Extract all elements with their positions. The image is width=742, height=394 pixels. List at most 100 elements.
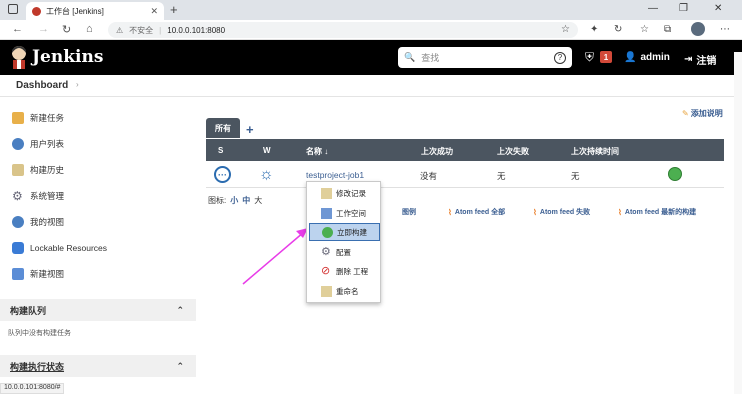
edit-icon: ✎ [682, 109, 689, 118]
job-last-failure: 无 [497, 171, 506, 181]
security-shield-icon[interactable]: ⛨ [585, 50, 594, 65]
col-last-failure[interactable]: 上次失败 [497, 146, 529, 157]
icon-size-small[interactable]: 小 [230, 195, 238, 206]
schedule-build-icon[interactable] [668, 167, 682, 181]
chevron-up-icon[interactable]: ⌃ [176, 305, 184, 316]
rss-icon: ⌇ [533, 207, 537, 217]
more-menu-icon[interactable]: ⋯ [720, 24, 730, 35]
close-window-icon[interactable]: ✕ [714, 3, 722, 14]
menu-item-build-now[interactable]: 立即构建 [309, 223, 380, 241]
build-now-icon [322, 226, 333, 238]
help-icon[interactable]: ? [554, 51, 566, 64]
icon-size-large[interactable]: 大 [254, 195, 262, 206]
feed-all-link[interactable]: ⌇ Atom feed 全部 [448, 207, 505, 217]
menu-item-label: 配置 [336, 247, 351, 257]
job-last-duration: 无 [571, 171, 580, 181]
jenkins-logo-icon[interactable] [10, 45, 28, 69]
sidebar-item-new-job[interactable]: 新建任务 [12, 112, 64, 124]
page-scrollbar[interactable] [734, 52, 742, 394]
menu-item-configure[interactable]: ⚙ 配置 [309, 243, 380, 261]
weather-sun-icon: ☼ [259, 166, 274, 183]
forward-icon[interactable]: → [38, 23, 49, 35]
executors-header[interactable]: 构建执行状态 ⌃ [0, 355, 196, 377]
col-status[interactable]: S [218, 146, 223, 155]
col-weather[interactable]: W [263, 146, 271, 155]
back-icon[interactable]: ← [12, 23, 23, 35]
profile-avatar[interactable] [691, 22, 705, 36]
feed-latest-link[interactable]: ⌇ Atom feed 最新的构建 [618, 207, 696, 217]
sidebar-item-label: Lockable Resources [30, 243, 108, 253]
sidebar-item-lockable-resources[interactable]: Lockable Resources [12, 242, 107, 254]
gear-icon: ⚙ [321, 245, 331, 258]
search-input[interactable]: 🔍 查找 ? [398, 47, 572, 68]
users-icon [12, 138, 24, 150]
rss-icon: ⌇ [618, 207, 622, 217]
restore-icon[interactable]: ❐ [679, 3, 688, 14]
extension-icon[interactable]: ✦ [590, 24, 598, 35]
executors-title[interactable]: 构建执行状态 [10, 360, 64, 373]
icon-size-selector: 图标: 小 中 大 [208, 195, 262, 206]
browser-tab-strip: 工作台 [Jenkins] ✕ + — ❐ ✕ [0, 0, 742, 20]
home-icon[interactable]: ⌂ [86, 23, 93, 35]
col-last-duration[interactable]: 上次持续时间 [571, 146, 619, 157]
collections-icon[interactable]: ⧉ [664, 24, 671, 35]
reload-icon[interactable]: ↻ [62, 23, 71, 36]
browser-tab[interactable]: 工作台 [Jenkins] ✕ [26, 2, 164, 20]
search-icon: 🔍 [404, 52, 416, 62]
feed-label: Atom feed 失败 [539, 209, 591, 216]
favorites-icon[interactable]: ☆ [640, 24, 649, 35]
sidebar-item-users[interactable]: 用户列表 [12, 138, 64, 150]
logout-link[interactable]: ⇥ 注销 [684, 52, 716, 67]
col-last-success[interactable]: 上次成功 [421, 146, 453, 157]
favorite-star-icon[interactable]: ☆ [561, 24, 570, 35]
menu-item-changes[interactable]: 修改记录 [309, 184, 380, 202]
add-view-button[interactable]: + [246, 122, 254, 138]
build-queue-header[interactable]: 构建队列 ⌃ [0, 299, 196, 321]
sidebar-item-label: 新建任务 [30, 113, 65, 123]
add-description-link[interactable]: ✎ 添加说明 [682, 108, 723, 119]
menu-item-label: 删除 工程 [336, 266, 369, 276]
breadcrumb-dashboard[interactable]: Dashboard [16, 80, 68, 91]
alert-badge[interactable]: 1 [600, 51, 612, 63]
menu-item-delete[interactable]: ⊘ 删除 工程 [309, 262, 380, 280]
tab-all[interactable]: 所有 [206, 118, 240, 138]
jenkins-favicon-icon [32, 6, 41, 16]
brand-name[interactable]: Jenkins [32, 47, 103, 67]
chevron-up-icon[interactable]: ⌃ [176, 361, 184, 372]
job-context-menu: 修改记录 工作空间 立即构建 ⚙ 配置 ⊘ 删除 工程 重命名 [306, 181, 381, 303]
folder-icon [321, 207, 332, 219]
build-queue-title: 构建队列 [10, 305, 47, 316]
logout-label: 注销 [696, 56, 717, 67]
user-menu[interactable]: 👤 admin [624, 52, 670, 63]
sidebar-item-label: 系统管理 [30, 191, 65, 201]
job-link[interactable]: testproject-job1 [306, 170, 364, 180]
rss-icon: ⌇ [448, 207, 452, 217]
sidebar-item-new-view[interactable]: 新建视图 [12, 268, 64, 280]
warning-icon: ⚠ [116, 25, 124, 35]
build-queue-empty: 队列中没有构建任务 [8, 330, 71, 337]
menu-item-label: 立即构建 [337, 227, 367, 237]
notepad-icon [321, 285, 332, 297]
col-name[interactable]: 名称 ↓ [306, 146, 328, 157]
close-tab-icon[interactable]: ✕ [150, 6, 158, 17]
sidebar-item-label: 用户列表 [30, 139, 65, 149]
menu-item-workspace[interactable]: 工作空间 [309, 204, 380, 222]
breadcrumb-chevron-icon[interactable]: › [76, 80, 79, 89]
icon-size-medium[interactable]: 中 [242, 195, 250, 206]
feed-label: Atom feed 全部 [454, 209, 506, 216]
feed-failed-link[interactable]: ⌇ Atom feed 失败 [533, 207, 590, 217]
sidebar-item-manage[interactable]: ⚙ 系统管理 [12, 190, 64, 202]
gear-icon: ⚙ [12, 189, 23, 203]
sidebar-item-label: 新建视图 [30, 269, 65, 279]
new-tab-icon[interactable]: + [170, 2, 178, 17]
sidebar-item-build-history[interactable]: 构建历史 [12, 164, 64, 176]
legend-link[interactable]: 图例 [402, 207, 416, 217]
add-description-label: 添加说明 [690, 109, 723, 118]
refresh-extension-icon[interactable]: ↻ [614, 24, 622, 35]
sidebar-item-my-views[interactable]: 我的视图 [12, 216, 64, 228]
window-menu-icon[interactable] [8, 4, 18, 14]
menu-item-rename[interactable]: 重命名 [309, 282, 380, 300]
address-bar[interactable]: ⚠ 不安全 | 10.0.0.101:8080 [108, 22, 578, 38]
minimize-icon[interactable]: — [648, 3, 658, 14]
url-text: 10.0.0.101:8080 [167, 25, 226, 35]
